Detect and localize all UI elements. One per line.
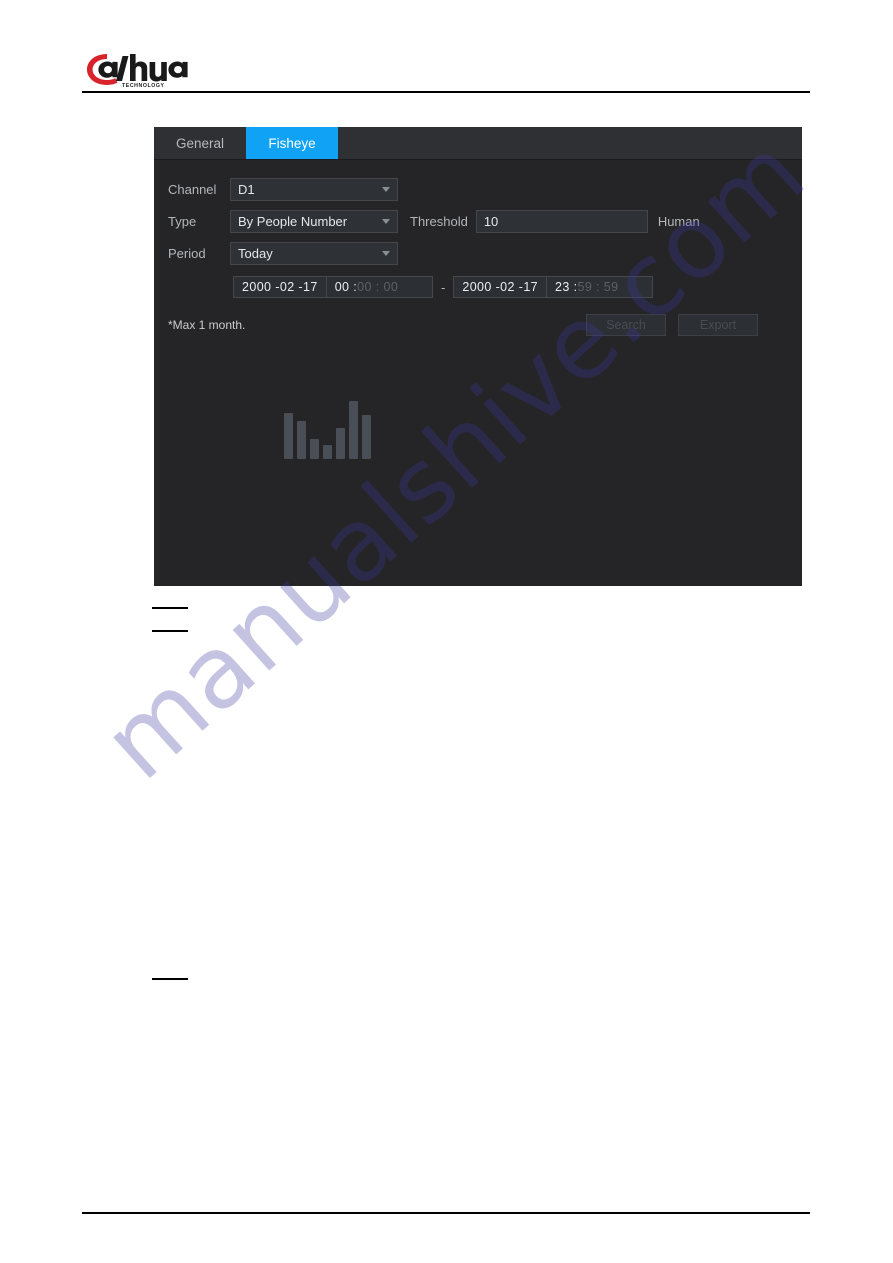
- placeholder-bar: [362, 415, 371, 459]
- page-header: TECHNOLOGY: [0, 0, 893, 95]
- fisheye-statistics-dialog: General Fisheye Channel D1 Type By Peopl…: [154, 127, 802, 586]
- end-time-hour: 23 :: [555, 280, 578, 294]
- start-datetime-field[interactable]: 2000 -02 -17 00 :00 : 00: [233, 276, 433, 298]
- bar-chart-placeholder-icon: [284, 401, 371, 459]
- type-label: Type: [168, 213, 197, 229]
- tab-bar-underline: [154, 159, 802, 160]
- tab-fisheye-label: Fisheye: [268, 136, 316, 151]
- dialog-body: Channel D1 Type By People Number Thresho…: [154, 160, 802, 581]
- search-button-label: Search: [606, 318, 646, 332]
- threshold-input[interactable]: 10: [475, 209, 648, 233]
- channel-label: Channel: [168, 181, 217, 197]
- placeholder-bar: [349, 401, 358, 459]
- placeholder-bar: [297, 421, 306, 459]
- end-date-value: 2000 -02 -17: [462, 280, 539, 294]
- channel-select[interactable]: D1: [230, 177, 398, 201]
- range-separator: -: [441, 279, 446, 295]
- header-rule: [82, 91, 810, 93]
- search-button[interactable]: Search: [586, 314, 666, 336]
- logo-subtext: TECHNOLOGY: [122, 83, 165, 88]
- placeholder-bar: [284, 413, 293, 459]
- period-select[interactable]: Today: [230, 241, 398, 265]
- threshold-unit-label: Human: [657, 213, 700, 229]
- start-time-hour: 00 :: [334, 280, 358, 294]
- placeholder-bar: [310, 439, 319, 459]
- threshold-input-value: 10: [483, 213, 499, 229]
- start-time-value: 00 :00 : 00: [327, 280, 406, 294]
- period-label: Period: [168, 245, 206, 261]
- start-time-minsec: 00 : 00: [357, 280, 399, 294]
- redacted-note-line: [152, 978, 188, 980]
- chevron-down-icon: [382, 251, 390, 256]
- threshold-label: Threshold: [410, 213, 468, 229]
- dahua-logo: TECHNOLOGY: [86, 50, 190, 88]
- note-and-actions-row: *Max 1 month. Search Export: [154, 311, 802, 339]
- redacted-note-line: [152, 630, 188, 632]
- tab-general-label: General: [175, 136, 225, 151]
- footer-rule: [82, 1212, 810, 1214]
- chevron-down-icon: [382, 219, 390, 224]
- chart-area: [154, 339, 802, 581]
- placeholder-bar: [336, 428, 345, 459]
- type-select-value: By People Number: [238, 213, 348, 229]
- date-range-row: 2000 -02 -17 00 :00 : 00 - 2000 -02 -17 …: [154, 272, 802, 302]
- channel-row: Channel D1: [154, 174, 802, 204]
- period-row: Period Today: [154, 238, 802, 268]
- redacted-note-line: [152, 607, 188, 609]
- end-datetime-field[interactable]: 2000 -02 -17 23 :59 : 59: [453, 276, 654, 298]
- type-select[interactable]: By People Number: [230, 209, 398, 233]
- tab-fisheye[interactable]: Fisheye: [246, 127, 338, 160]
- end-time-minsec: 59 : 59: [577, 280, 619, 294]
- tab-general[interactable]: General: [154, 127, 246, 160]
- export-button[interactable]: Export: [678, 314, 758, 336]
- tab-bar: General Fisheye: [154, 127, 802, 160]
- chevron-down-icon: [382, 187, 390, 192]
- end-time-value: 23 :59 : 59: [547, 280, 626, 294]
- export-button-label: Export: [699, 318, 737, 332]
- type-threshold-row: Type By People Number Threshold 10 Human: [154, 206, 802, 236]
- max-month-note: *Max 1 month.: [168, 318, 246, 332]
- action-buttons: Search Export: [586, 314, 802, 336]
- start-date-value: 2000 -02 -17: [242, 280, 318, 294]
- period-select-value: Today: [238, 245, 273, 261]
- placeholder-bar: [323, 445, 332, 459]
- channel-select-value: D1: [238, 181, 255, 197]
